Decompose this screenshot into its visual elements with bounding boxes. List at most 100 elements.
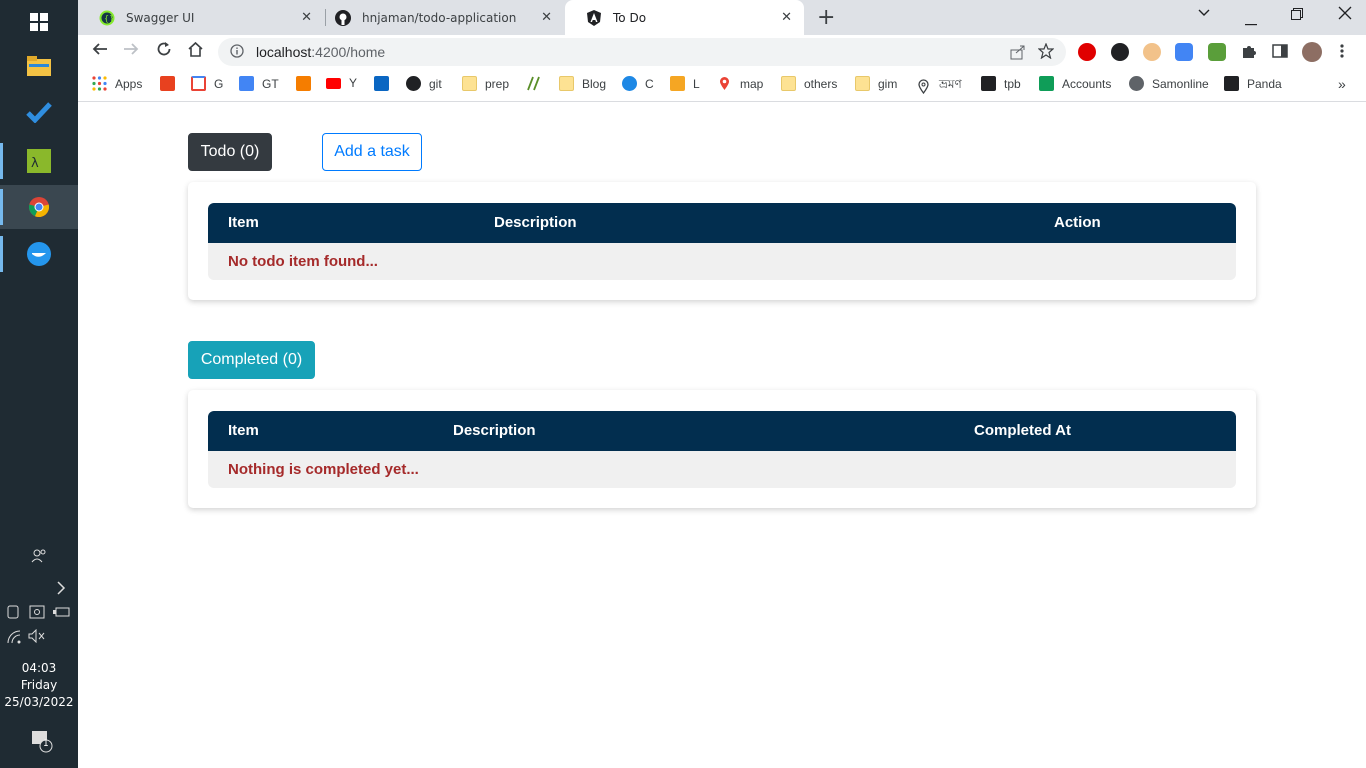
notification-count: 1: [43, 739, 49, 749]
folder-icon: [855, 76, 870, 91]
more-bookmarks-icon[interactable]: »: [1338, 76, 1346, 92]
more-menu-icon[interactable]: [1340, 43, 1358, 61]
bookmark-label: prep: [485, 76, 510, 91]
site-info-icon[interactable]: [230, 43, 244, 62]
blogger-icon: [296, 76, 311, 91]
clock-time: 04:03: [21, 661, 57, 675]
youtube-icon: [326, 77, 341, 89]
close-icon[interactable]: ✕: [301, 10, 312, 25]
add-task-button[interactable]: Add a task: [322, 133, 422, 171]
bookmark-samonline[interactable]: Samonline: [1129, 76, 1209, 91]
bookmark-bhromon[interactable]: ভ্রমণ: [916, 76, 962, 96]
bookmark-tpb[interactable]: tpb: [981, 76, 1021, 91]
double-slash-icon: [526, 76, 541, 91]
bookmark-gmail[interactable]: G: [191, 76, 223, 91]
minimize-icon[interactable]: [1245, 14, 1257, 30]
meet-now-icon[interactable]: [7, 605, 19, 622]
bookmark-label: GT: [262, 76, 279, 91]
new-tab-button[interactable]: +: [817, 5, 835, 30]
close-icon[interactable]: ✕: [541, 10, 552, 25]
clock-date: 25/03/2022: [4, 695, 74, 709]
completed-table-header: Item Description Completed At: [208, 411, 1236, 451]
profile-avatar[interactable]: [1302, 42, 1322, 62]
completed-empty-message: Nothing is completed yet...: [228, 461, 419, 478]
bookmark-folder-prep[interactable]: prep: [462, 76, 509, 91]
forward-arrow-icon[interactable]: [123, 41, 139, 62]
back-arrow-icon[interactable]: [92, 41, 108, 62]
completed-count-button[interactable]: Completed (0): [188, 341, 315, 379]
tab-to-do[interactable]: To Do ✕: [565, 0, 804, 35]
notifications-icon[interactable]: 1: [31, 730, 55, 757]
translate-extension-icon[interactable]: [1175, 43, 1193, 61]
extension-icon[interactable]: [1143, 43, 1161, 61]
bookmark-label: Samonline: [1152, 76, 1209, 91]
side-panel-icon[interactable]: [1272, 43, 1290, 61]
bookmark-blogger[interactable]: [296, 76, 319, 91]
bookmark-accounts[interactable]: Accounts: [1039, 76, 1111, 91]
todo-app-icon[interactable]: [0, 90, 78, 134]
bookmark-youtube[interactable]: Y: [326, 76, 357, 90]
browser-toolbar: localhost:4200/home: [78, 35, 1366, 69]
panda-icon: [1224, 76, 1239, 91]
bookmark-panda[interactable]: Panda: [1224, 76, 1282, 91]
reload-icon[interactable]: [156, 41, 172, 62]
bookmark-linkedin[interactable]: [374, 76, 397, 91]
puzzle-extensions-icon[interactable]: [1241, 43, 1259, 61]
close-icon[interactable]: ✕: [781, 10, 792, 25]
bookmark-label: L: [693, 76, 700, 91]
apps-grid-icon: [92, 76, 107, 91]
chrome-taskbar-icon[interactable]: [0, 185, 78, 229]
bookmark-c[interactable]: C: [622, 76, 654, 91]
bookmark-label: git: [429, 76, 442, 91]
bookmark-gt[interactable]: GT: [239, 76, 279, 91]
restore-icon[interactable]: [1291, 8, 1303, 24]
todo-table-header: Item Description Action: [208, 203, 1236, 243]
home-icon[interactable]: [187, 41, 204, 62]
sheets-icon: [1039, 76, 1054, 91]
completed-empty-row: Nothing is completed yet...: [208, 451, 1236, 488]
address-bar[interactable]: localhost:4200/home: [218, 38, 1066, 66]
windows-start-icon[interactable]: [0, 0, 78, 44]
tab-label: To Do: [613, 10, 647, 25]
folder-icon: [781, 76, 796, 91]
share-icon[interactable]: [1010, 44, 1026, 64]
bookmark-git[interactable]: git: [406, 76, 442, 91]
ide-icon[interactable]: λ: [0, 139, 78, 183]
todo-count-button[interactable]: Todo (0): [188, 133, 272, 171]
volume-muted-icon[interactable]: [28, 628, 46, 646]
extension-icon[interactable]: [1111, 43, 1129, 61]
bookmark-label: Panda: [1247, 76, 1282, 91]
wifi-icon[interactable]: [7, 630, 21, 647]
folder-icon: [462, 76, 477, 91]
file-explorer-icon[interactable]: [0, 44, 78, 88]
battery-icon[interactable]: [53, 606, 71, 621]
bookmark-apps[interactable]: Apps: [92, 76, 142, 91]
adblock-extension-icon[interactable]: [1078, 43, 1096, 61]
close-window-icon[interactable]: [1338, 6, 1352, 24]
column-header-description: Description: [494, 214, 577, 231]
column-header-action: Action: [1054, 214, 1101, 231]
tab-github[interactable]: hnjaman/todo-application ✕: [314, 0, 564, 35]
bookmark-folder-others[interactable]: others: [781, 76, 837, 91]
bookmark-label: others: [804, 76, 838, 91]
bookmark-l[interactable]: L: [670, 76, 700, 91]
bookmark-slashes[interactable]: [526, 76, 549, 91]
todo-page: Todo (0) Add a task Item Description Act…: [78, 103, 1366, 768]
docker-icon[interactable]: [0, 232, 78, 276]
extension-icon[interactable]: [1208, 43, 1226, 61]
bookmark-star-icon[interactable]: [1037, 42, 1055, 63]
screen-icon[interactable]: [29, 604, 45, 623]
todo-empty-message: No todo item found...: [228, 253, 378, 270]
bookmark-icon-only[interactable]: [160, 76, 183, 91]
bookmark-map[interactable]: map: [717, 76, 763, 91]
bookmark-folder-blog[interactable]: Blog: [559, 76, 606, 91]
bookmark-label: Blog: [582, 76, 607, 91]
system-clock[interactable]: 04:03 Friday 25/03/2022: [0, 660, 78, 711]
github-icon: [335, 9, 351, 26]
github-icon: [406, 76, 421, 91]
chevron-right-icon[interactable]: [56, 580, 66, 599]
tab-swagger-ui[interactable]: {} Swagger UI ✕: [78, 0, 324, 35]
tab-search-icon[interactable]: [1198, 6, 1210, 22]
bookmark-folder-gim[interactable]: gim: [855, 76, 897, 91]
people-icon[interactable]: [31, 548, 47, 567]
